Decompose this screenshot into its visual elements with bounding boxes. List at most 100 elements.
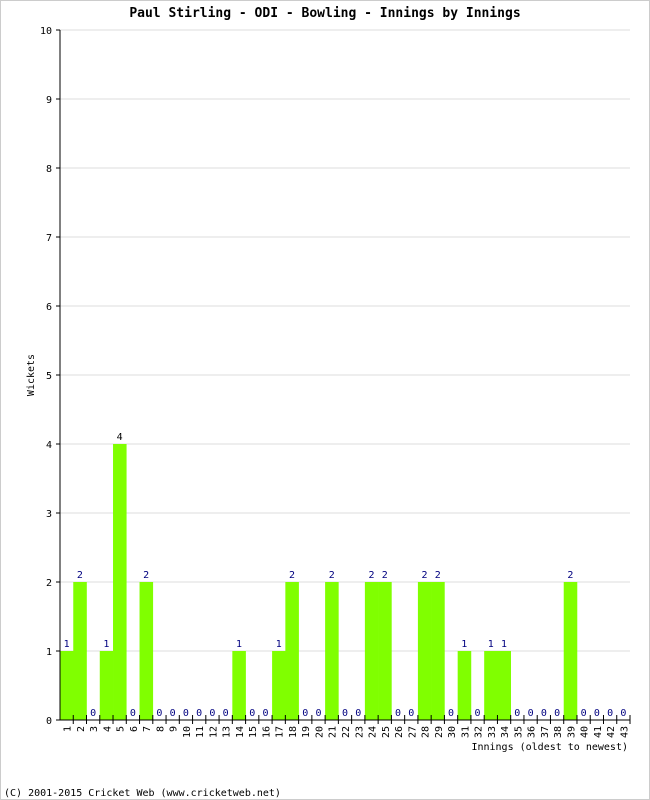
data-label: 2 bbox=[143, 570, 149, 581]
x-tick-label: 1 bbox=[63, 726, 74, 732]
x-tick-label: 8 bbox=[155, 726, 166, 732]
x-tick-label: 40 bbox=[580, 726, 591, 738]
data-label: 0 bbox=[607, 708, 613, 719]
x-tick-label: 6 bbox=[129, 726, 140, 732]
data-label: 1 bbox=[64, 639, 70, 650]
x-tick-label: 10 bbox=[182, 726, 193, 738]
data-label: 0 bbox=[541, 708, 547, 719]
data-label: 1 bbox=[276, 639, 282, 650]
data-label: 0 bbox=[554, 708, 560, 719]
bar bbox=[364, 582, 379, 720]
y-tick-label: 1 bbox=[46, 647, 52, 658]
bar bbox=[99, 651, 114, 720]
x-tick-label: 21 bbox=[328, 726, 339, 738]
x-tick-label: 17 bbox=[275, 726, 286, 738]
data-label: 0 bbox=[90, 708, 96, 719]
x-tick-label: 11 bbox=[195, 726, 206, 738]
data-label: 0 bbox=[183, 708, 189, 719]
x-tick-label: 13 bbox=[222, 726, 233, 738]
x-tick-label: 38 bbox=[553, 726, 564, 738]
x-tick-label: 2 bbox=[76, 726, 87, 732]
x-tick-label: 28 bbox=[421, 726, 432, 738]
y-tick-label: 7 bbox=[46, 233, 52, 244]
data-label: 0 bbox=[209, 708, 215, 719]
data-label: 0 bbox=[130, 708, 136, 719]
bar bbox=[60, 651, 74, 720]
data-label: 2 bbox=[435, 570, 441, 581]
data-label: 0 bbox=[196, 708, 202, 719]
data-label: 0 bbox=[302, 708, 308, 719]
x-tick-label: 27 bbox=[407, 726, 418, 738]
data-label: 2 bbox=[567, 570, 573, 581]
data-label: 0 bbox=[223, 708, 229, 719]
chart-container: Paul Stirling - ODI - Bowling - Innings … bbox=[0, 0, 650, 800]
x-tick-label: 15 bbox=[248, 726, 259, 738]
x-tick-label: 43 bbox=[619, 726, 630, 738]
data-label: 0 bbox=[170, 708, 176, 719]
bar bbox=[285, 582, 299, 720]
data-label: 0 bbox=[475, 708, 481, 719]
chart-title: Paul Stirling - ODI - Bowling - Innings … bbox=[129, 6, 520, 21]
x-tick-label: 23 bbox=[354, 726, 365, 738]
bar bbox=[113, 444, 127, 720]
x-tick-label: 34 bbox=[500, 726, 511, 738]
data-label: 0 bbox=[448, 708, 454, 719]
x-tick-label: 42 bbox=[606, 726, 617, 738]
y-tick-label: 4 bbox=[46, 440, 52, 451]
y-tick-label: 8 bbox=[46, 164, 52, 175]
data-label: 1 bbox=[103, 639, 109, 650]
x-tick-label: 39 bbox=[566, 726, 577, 738]
x-tick-label: 32 bbox=[474, 726, 485, 738]
x-tick-label: 18 bbox=[288, 726, 299, 738]
chart-border bbox=[0, 0, 650, 800]
data-label: 0 bbox=[528, 708, 534, 719]
bar bbox=[457, 651, 472, 720]
data-label: 0 bbox=[249, 708, 255, 719]
x-tick-label: 20 bbox=[314, 726, 325, 738]
data-label: 2 bbox=[422, 570, 428, 581]
x-tick-label: 30 bbox=[447, 726, 458, 738]
bar bbox=[417, 582, 432, 720]
data-label: 0 bbox=[581, 708, 587, 719]
data-label: 0 bbox=[355, 708, 361, 719]
data-label: 1 bbox=[488, 639, 494, 650]
y-tick-label: 0 bbox=[46, 716, 52, 727]
data-label: 2 bbox=[77, 570, 83, 581]
x-tick-label: 37 bbox=[540, 726, 551, 738]
x-tick-label: 12 bbox=[208, 726, 219, 738]
data-label: 2 bbox=[382, 570, 388, 581]
x-tick-label: 16 bbox=[261, 726, 272, 738]
x-tick-label: 41 bbox=[593, 726, 604, 738]
x-tick-label: 33 bbox=[487, 726, 498, 738]
bar bbox=[497, 651, 511, 720]
bar bbox=[272, 651, 286, 720]
data-label: 0 bbox=[156, 708, 162, 719]
y-tick-label: 5 bbox=[46, 371, 52, 382]
x-tick-label: 36 bbox=[527, 726, 538, 738]
x-tick-label: 29 bbox=[434, 726, 445, 738]
data-label: 4 bbox=[117, 432, 123, 443]
data-label: 0 bbox=[342, 708, 348, 719]
x-tick-label: 4 bbox=[102, 726, 113, 732]
data-label: 0 bbox=[315, 708, 321, 719]
data-label: 1 bbox=[501, 639, 507, 650]
data-label: 0 bbox=[620, 708, 626, 719]
x-tick-label: 9 bbox=[169, 726, 180, 732]
x-tick-label: 22 bbox=[341, 726, 352, 738]
x-tick-label: 19 bbox=[301, 726, 312, 738]
bar bbox=[73, 582, 87, 720]
bar bbox=[325, 582, 339, 720]
footer-copyright: (C) 2001-2015 Cricket Web (www.cricketwe… bbox=[4, 788, 281, 799]
x-tick-label: 5 bbox=[116, 726, 127, 732]
y-axis-label: Wickets bbox=[26, 354, 37, 396]
data-label: 2 bbox=[329, 570, 335, 581]
data-label: 2 bbox=[289, 570, 295, 581]
y-tick-label: 2 bbox=[46, 578, 52, 589]
data-label: 0 bbox=[395, 708, 401, 719]
bar bbox=[139, 582, 154, 720]
data-label: 0 bbox=[514, 708, 520, 719]
bar bbox=[431, 582, 445, 720]
y-tick-label: 9 bbox=[46, 95, 52, 106]
x-tick-label: 7 bbox=[142, 726, 153, 732]
x-tick-label: 31 bbox=[460, 726, 471, 738]
